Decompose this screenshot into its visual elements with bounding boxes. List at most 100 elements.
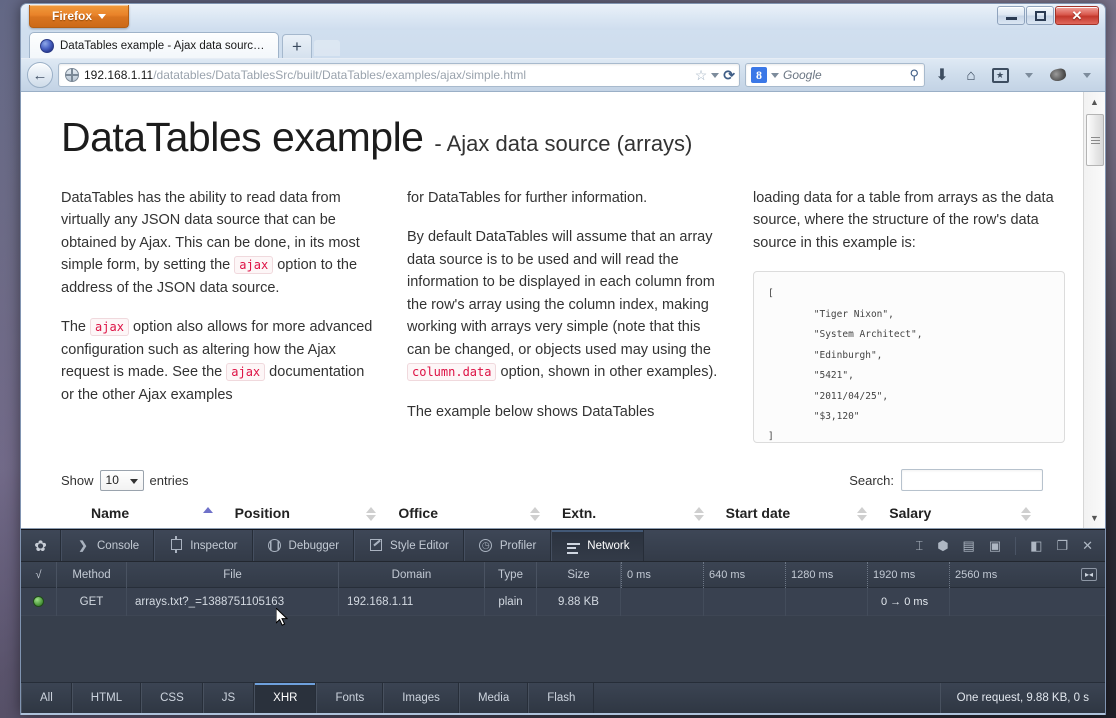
code-block: [ "Tiger Nixon", "System Architect", "Ed… (753, 271, 1065, 444)
page-length-select[interactable]: 10 (99, 469, 144, 491)
timeline-tick: 1920 ms (867, 561, 915, 588)
column-header-type[interactable]: Type (485, 561, 537, 588)
column-header-label: Salary (889, 505, 932, 522)
request-timing-label: 0 → 0 ms (881, 595, 929, 608)
home-icon: ⌂ (966, 66, 976, 84)
datatable-length-control: Show 10 entries (61, 469, 189, 491)
datatable-search-input[interactable] (901, 469, 1043, 492)
addon-button[interactable] (1046, 63, 1070, 87)
search-icon[interactable]: ⚲ (909, 67, 919, 83)
home-button[interactable]: ⌂ (959, 63, 983, 87)
request-file-cell: arrays.txt?_=1388751105163 (127, 587, 339, 616)
dock-side-icon[interactable]: ◧ (1030, 538, 1042, 554)
chevron-down-icon[interactable] (711, 72, 720, 78)
network-request-row[interactable]: GET arrays.txt?_=1388751105163 192.168.1.1… (21, 587, 1105, 616)
devtools-tab-debugger[interactable]: ❙❙ Debugger (252, 530, 355, 561)
devtools-tool-buttons: ⌶ ⬢ ▤ ▣ ◧ ❐ ✕ (903, 530, 1105, 561)
timeline-gridline (867, 587, 868, 616)
scrollbar-grip-icon (1090, 135, 1100, 146)
notepad-icon[interactable]: ▤ (963, 538, 975, 554)
bookmarks-button[interactable]: ★ (988, 63, 1012, 87)
back-button[interactable]: ← (27, 62, 53, 88)
paragraph: The example below shows DataTables (407, 403, 655, 420)
scroll-up-button[interactable]: ▲ (1084, 92, 1105, 112)
column-header-domain[interactable]: Domain (339, 561, 485, 588)
bookmark-box-icon: ★ (991, 67, 1009, 83)
favicon-icon (40, 38, 54, 53)
timeline-tick: 1280 ms (785, 561, 833, 588)
network-filter-fonts[interactable]: Fonts (316, 683, 384, 713)
network-filter-all[interactable]: All (21, 683, 72, 713)
devtools-tab-profiler[interactable]: ◷ Profiler (463, 530, 552, 561)
timeline-tick: 2560 ms (949, 561, 997, 588)
request-timeline-cell: 0 → 0 ms (621, 587, 1105, 616)
close-window-button[interactable]: ✕ (1055, 6, 1099, 25)
column-header-office[interactable]: Office (388, 499, 552, 528)
downloads-button[interactable]: ⬇ (930, 63, 954, 87)
column-header-salary[interactable]: Salary (879, 499, 1043, 528)
overflow-menu-button[interactable] (1075, 63, 1099, 87)
column-header-name[interactable]: Name (61, 499, 225, 528)
network-filter-images[interactable]: Images (383, 683, 459, 713)
browser-tab-active[interactable]: DataTables example - Ajax data source (.… (29, 32, 279, 58)
clear-icon[interactable]: ⌶ (915, 538, 923, 554)
plus-icon: + (292, 37, 302, 56)
url-path: /datatables/DataTablesSrc/built/DataTabl… (153, 68, 527, 82)
web-page: DataTables example - Ajax data source (a… (21, 92, 1083, 528)
separate-window-icon[interactable]: ❐ (1056, 538, 1068, 554)
devtools-tab-label: Style Editor (390, 539, 449, 552)
browser-content: DataTables example - Ajax data source (a… (21, 92, 1105, 529)
address-bar[interactable]: 192.168.1.11/datatables/DataTablesSrc/bu… (58, 63, 740, 87)
datatable: Name Position Office Extn. Start date Salary (61, 499, 1043, 528)
firefox-menu-button[interactable]: Firefox (29, 5, 129, 28)
sort-arrows-icon (529, 507, 540, 522)
new-tab-button[interactable]: + (282, 34, 312, 58)
style-editor-icon (369, 538, 383, 554)
cube-icon[interactable]: ⬢ (937, 538, 948, 554)
search-input[interactable]: Google (783, 68, 905, 82)
close-devtools-icon[interactable]: ✕ (1082, 538, 1093, 554)
bookmark-star-icon[interactable]: ☆ (695, 68, 708, 82)
column-header-start-date[interactable]: Start date (715, 499, 880, 528)
show-label: Show (61, 472, 94, 488)
scrollbar-thumb[interactable] (1086, 114, 1104, 166)
devtools-tab-network[interactable]: Network (551, 530, 645, 561)
reload-icon[interactable]: ⟳ (723, 68, 735, 82)
debugger-icon: ❙❙ (266, 539, 283, 552)
column-header-file[interactable]: File (127, 561, 339, 588)
network-filter-media[interactable]: Media (458, 683, 529, 713)
search-bar[interactable]: 8 Google ⚲ (745, 63, 925, 87)
bookmarks-dropdown[interactable] (1017, 63, 1041, 87)
inline-code: ajax (234, 256, 274, 275)
devtools-tab-inspector[interactable]: Inspector (154, 530, 253, 561)
column-header-extn-[interactable]: Extn. (551, 499, 716, 528)
text-columns: DataTables has the ability to read data … (61, 187, 1065, 444)
responsive-icon[interactable]: ▣ (989, 538, 1001, 554)
devtools-settings-button[interactable]: ✿ (21, 530, 61, 561)
sort-arrows-icon (366, 507, 377, 522)
network-filter-js[interactable]: JS (202, 683, 255, 713)
column-header-size[interactable]: Size (537, 561, 621, 588)
scroll-down-button[interactable]: ▼ (1084, 508, 1105, 528)
page-scrollbar[interactable]: ▲ ▼ (1083, 92, 1105, 528)
chevron-down-icon[interactable] (771, 72, 779, 78)
network-filter-xhr[interactable]: XHR (254, 683, 317, 713)
chevron-down-icon (129, 478, 138, 484)
column-header-position[interactable]: Position (224, 499, 389, 528)
minimize-button[interactable] (997, 6, 1025, 25)
inline-code: column.data (407, 363, 497, 382)
column-header-method[interactable]: Method (57, 561, 127, 588)
devtools-tab-style-editor[interactable]: Style Editor (354, 530, 464, 561)
chevron-down-icon (1083, 72, 1091, 78)
network-filter-flash[interactable]: Flash (528, 683, 595, 713)
maximize-button[interactable] (1026, 6, 1054, 25)
column-header-check[interactable]: √ (21, 561, 57, 588)
datatable-controls: Show 10 entries Search: (61, 469, 1043, 492)
network-filter-html[interactable]: HTML (71, 683, 142, 713)
network-filter-css[interactable]: CSS (141, 683, 203, 713)
close-icon: ✕ (1071, 8, 1083, 23)
timeline-resize-icon[interactable]: ▸◂ (1081, 567, 1097, 581)
devtools-tab-console[interactable]: Console (61, 530, 155, 561)
timeline-gridline (785, 587, 786, 616)
address-bar-icons: ☆ ⟳ (689, 68, 735, 82)
